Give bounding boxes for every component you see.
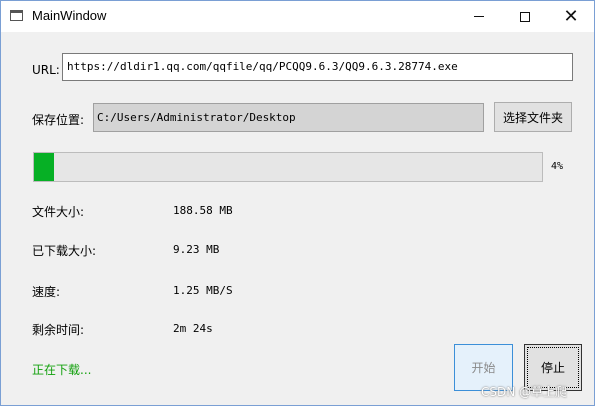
minimize-button[interactable]	[456, 1, 502, 32]
main-window: MainWindow ✕ URL: https://dldir1.qq.com/…	[0, 0, 595, 406]
download-status: 正在下载...	[32, 363, 92, 377]
choose-folder-button[interactable]: 选择文件夹	[494, 102, 572, 132]
speed-value: 1.25 MB/S	[173, 284, 233, 297]
window-icon	[10, 10, 23, 21]
watermark: CSDN @草上爬	[481, 385, 568, 399]
save-location-label: 保存位置:	[32, 113, 85, 127]
progress-percent: 4%	[551, 161, 564, 172]
remaining-time-value: 2m 24s	[173, 322, 213, 335]
speed-label: 速度:	[32, 285, 61, 299]
maximize-icon	[520, 11, 530, 22]
progress-fill	[34, 153, 55, 181]
remaining-time-label: 剩余时间:	[32, 323, 85, 337]
file-size-value: 188.58 MB	[173, 204, 233, 217]
maximize-button[interactable]	[502, 1, 548, 32]
url-input[interactable]: https://dldir1.qq.com/qqfile/qq/PCQQ9.6.…	[62, 53, 573, 81]
file-size-label: 文件大小:	[32, 205, 85, 219]
url-label: URL:	[32, 63, 60, 77]
close-button[interactable]: ✕	[548, 1, 594, 32]
save-path-field: C:/Users/Administrator/Desktop	[93, 103, 484, 132]
downloaded-size-label: 已下载大小:	[32, 244, 97, 258]
downloaded-size-value: 9.23 MB	[173, 243, 220, 256]
title-bar: MainWindow ✕	[1, 1, 594, 32]
close-icon: ✕	[563, 5, 579, 27]
window-title: MainWindow	[32, 8, 107, 23]
download-progress-bar	[33, 152, 543, 182]
minimize-icon	[474, 16, 484, 17]
